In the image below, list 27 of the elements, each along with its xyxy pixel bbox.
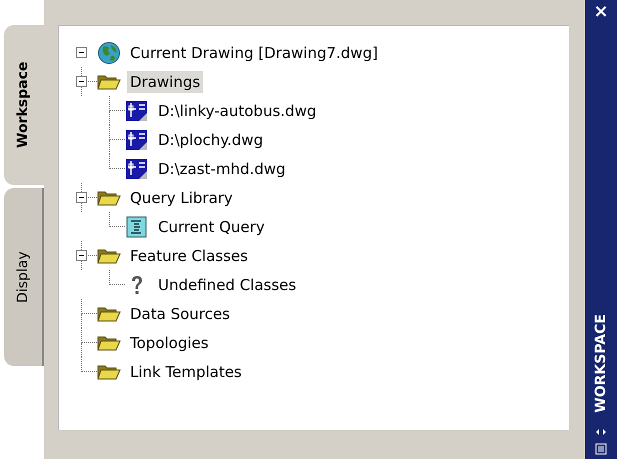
tree-item[interactable]: Feature Classes — [127, 244, 251, 266]
drawing-file-icon — [125, 98, 149, 122]
close-button[interactable]: × — [593, 2, 609, 22]
globe-icon — [97, 40, 121, 64]
tree-item[interactable]: D:\linky-autobus.dwg — [155, 100, 320, 122]
drawing-file-icon — [125, 156, 149, 180]
tree-item[interactable]: Undefined Classes — [155, 274, 300, 296]
collapse-toggle[interactable] — [76, 47, 87, 58]
query-icon — [125, 214, 149, 238]
palette-title: WORKSPACE — [593, 314, 609, 413]
tree-item[interactable]: Current Drawing [Drawing7.dwg] — [127, 42, 381, 64]
collapse-toggle[interactable] — [76, 250, 87, 261]
collapse-toggle[interactable] — [76, 76, 87, 87]
tab[interactable]: Display — [4, 188, 44, 366]
tree-item[interactable]: Query Library — [127, 186, 236, 208]
collapse-toggle[interactable] — [76, 192, 87, 203]
tree-item[interactable]: Current Query — [155, 216, 268, 238]
drawing-file-icon — [125, 128, 149, 152]
tree-item[interactable]: Topologies — [127, 332, 212, 354]
tree-item[interactable]: D:\plochy.dwg — [155, 128, 266, 150]
tree-item[interactable]: Data Sources — [127, 302, 233, 324]
tree-item[interactable]: Link Templates — [127, 360, 245, 382]
resize-icon[interactable] — [595, 426, 607, 438]
tree-item[interactable]: D:\zast-mhd.dwg — [155, 158, 289, 180]
properties-icon[interactable] — [595, 443, 607, 455]
tab[interactable]: Workspace — [4, 25, 44, 185]
tree-item[interactable]: Drawings — [127, 70, 204, 92]
